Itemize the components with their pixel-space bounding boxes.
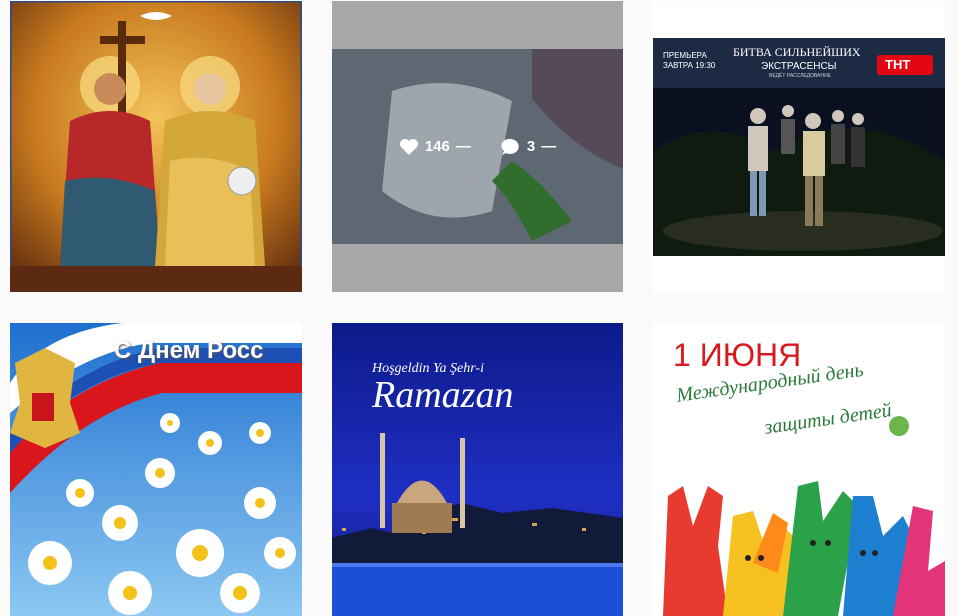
post-thumbnail-tnt-poster[interactable]: ПРЕМЬЕРА ЗАВТРА 19:30 БИТВА СИЛЬНЕЙШИХ Э…: [653, 1, 945, 292]
post-thumbnail-childrens-day[interactable]: 1 ИЮНЯ Международный день защиты детей: [653, 323, 945, 616]
comment-icon: [501, 138, 519, 155]
show-subtitle: ЭКСТРАСЕНСЫ: [761, 61, 837, 72]
post-hover-overlay: 146 — 3 —: [332, 1, 623, 292]
childrens-day-date: 1 ИЮНЯ: [673, 337, 802, 373]
comments-dash: —: [541, 138, 557, 155]
ramazan-title: Ramazan: [372, 374, 514, 416]
post-thumbnail-icon[interactable]: [10, 1, 302, 292]
likes-stat: 146 —: [399, 138, 471, 156]
russia-day-title: С Днем Росс: [114, 337, 264, 364]
comments-count: 3: [526, 138, 536, 155]
likes-count: 146: [424, 138, 450, 155]
heart-icon: [399, 138, 418, 155]
russia-day-image: [10, 323, 302, 616]
channel-logo: ТНТ: [885, 57, 911, 72]
post-thumbnail-russia-day[interactable]: С Днем Росс: [10, 323, 302, 616]
premiere-text: ПРЕМЬЕРА ЗАВТРА 19:30: [663, 51, 716, 70]
post-thumbnail-hovered[interactable]: 146 — 3 —: [332, 1, 623, 292]
icon-image: [10, 1, 302, 292]
show-title: БИТВА СИЛЬНЕЙШИХ: [733, 45, 861, 59]
comments-stat: 3 —: [501, 138, 556, 156]
show-small: ВЕДЁТ РАССЛЕДОВАНИЕ: [769, 73, 832, 79]
likes-dash: —: [455, 138, 471, 155]
post-thumbnail-ramazan[interactable]: Hoşgeldin Ya Şehr-i Ramazan: [332, 323, 623, 616]
